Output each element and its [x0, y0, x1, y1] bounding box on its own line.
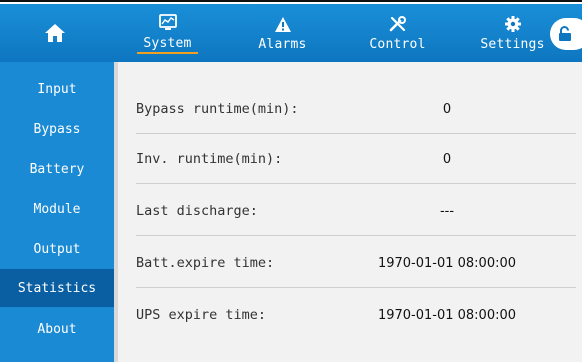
tab-settings-label: Settings: [480, 37, 545, 52]
lock-open-icon: [559, 26, 571, 41]
lock-button[interactable]: [550, 18, 582, 50]
tools-icon: [389, 15, 406, 31]
sidebar-item-bypass[interactable]: Bypass: [0, 110, 114, 148]
row-divider: [136, 235, 576, 236]
statistics-panel: Bypass runtime(min): 0 Inv. runtime(min)…: [118, 62, 582, 362]
sidebar-item-label: Module: [33, 201, 81, 217]
tab-alarms-label: Alarms: [258, 37, 307, 52]
stat-value: ---: [439, 203, 455, 219]
stat-label: Inv. runtime(min):: [136, 151, 283, 167]
app-window: System Alarms Control Settings Input Byp…: [0, 0, 582, 362]
chart-monitor-icon: [158, 14, 177, 30]
row-divider: [136, 287, 576, 288]
sidebar-item-battery[interactable]: Battery: [0, 150, 114, 188]
stat-value: 0: [442, 101, 452, 117]
tab-system[interactable]: System: [110, 4, 225, 62]
stat-row-batt-expire: Batt.expire time: 1970-01-01 08:00:00: [136, 238, 576, 288]
tab-alarms[interactable]: Alarms: [225, 4, 340, 62]
stat-value: 1970-01-01 08:00:00: [377, 255, 517, 271]
gear-icon: [504, 16, 521, 32]
tab-control[interactable]: Control: [340, 4, 455, 62]
stat-row-inv-runtime: Inv. runtime(min): 0: [136, 134, 576, 184]
sidebar-item-label: About: [37, 321, 77, 337]
tab-system-label: System: [137, 36, 198, 54]
sidebar-item-label: Statistics: [17, 280, 97, 296]
stat-row-bypass-runtime: Bypass runtime(min): 0: [136, 84, 576, 134]
tab-control-label: Control: [369, 37, 426, 52]
sidebar-item-module[interactable]: Module: [0, 190, 114, 228]
sidebar-item-label: Input: [37, 81, 77, 97]
warning-icon: [274, 16, 291, 32]
stat-value: 1970-01-01 08:00:00: [377, 307, 517, 323]
stat-label: Last discharge:: [136, 203, 258, 219]
sidebar-item-label: Battery: [29, 161, 85, 177]
home-button[interactable]: [0, 4, 110, 62]
top-navigation-bar: System Alarms Control Settings: [0, 4, 582, 62]
stat-row-last-discharge: Last discharge: ---: [136, 186, 576, 236]
sidebar-item-input[interactable]: Input: [0, 70, 114, 108]
stat-label: UPS expire time:: [136, 307, 267, 323]
sidebar-item-label: Output: [33, 241, 81, 257]
stat-value: 0: [442, 151, 452, 167]
stat-label: Batt.expire time:: [136, 255, 275, 271]
sidebar-item-label: Bypass: [33, 121, 81, 137]
sidebar: Input Bypass Battery Module Output Stati…: [0, 62, 118, 362]
row-divider: [136, 183, 576, 184]
stat-label: Bypass runtime(min):: [136, 101, 299, 117]
home-icon: [45, 24, 65, 42]
sidebar-item-statistics[interactable]: Statistics: [0, 269, 114, 307]
sidebar-item-output[interactable]: Output: [0, 230, 114, 268]
stat-row-ups-expire: UPS expire time: 1970-01-01 08:00:00: [136, 290, 576, 340]
sidebar-item-about[interactable]: About: [0, 310, 114, 348]
